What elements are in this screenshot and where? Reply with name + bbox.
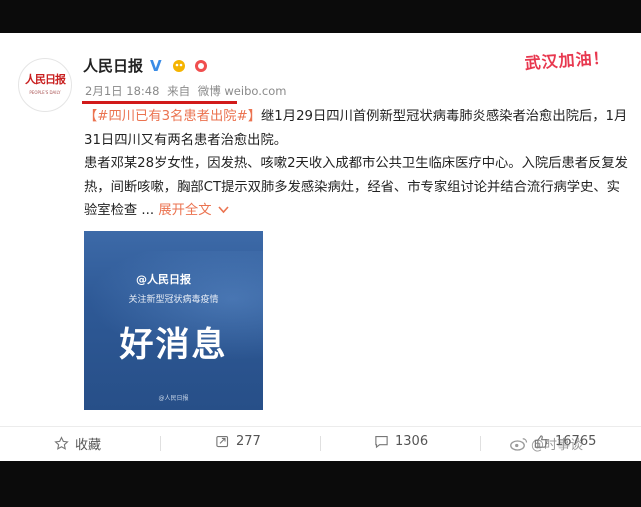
- repost-button[interactable]: 277: [215, 434, 261, 449]
- post-timestamp[interactable]: 2月1日 18:48: [85, 84, 159, 98]
- post-meta: 2月1日 18:48 来自 微博 weibo.com: [85, 83, 290, 99]
- chevron-down-icon: [218, 206, 229, 214]
- repost-icon: [216, 435, 229, 448]
- action-separator: [480, 436, 481, 451]
- action-separator: [320, 436, 321, 451]
- image-logo: @人民日报: [136, 273, 191, 286]
- weibo-post-card: 人民日报 PEOPLE'S DAILY 人民日报 V 2月1日 18:48 来自…: [0, 33, 641, 461]
- favorite-label: 收藏: [75, 438, 102, 453]
- highlight-underline: [82, 101, 237, 104]
- avatar-logo-text: 人民日报: [25, 73, 66, 86]
- image-subtitle: 关注新型冠状病毒疫情: [128, 295, 219, 305]
- expand-full-text-link[interactable]: 展开全文: [158, 203, 229, 218]
- member-badge-icon: [171, 58, 187, 72]
- wuhan-jiayou-sticker: 武汉加油！: [524, 48, 611, 73]
- action-divider: [0, 426, 641, 427]
- weibo-logo-icon: [510, 437, 528, 451]
- author-name[interactable]: 人民日报: [83, 55, 143, 76]
- medal-badge-icon: [193, 58, 209, 72]
- avatar[interactable]: 人民日报 PEOPLE'S DAILY: [18, 58, 72, 112]
- comment-count: 1306: [395, 434, 429, 449]
- post-image[interactable]: @人民日报 关注新型冠状病毒疫情 好消息 @人民日报: [84, 231, 263, 410]
- image-footer: @人民日报: [158, 395, 189, 402]
- post-source[interactable]: 微博 weibo.com: [198, 84, 287, 98]
- post-source-prefix: 来自: [167, 84, 191, 98]
- image-title: 好消息: [119, 325, 228, 365]
- author-row: 人民日报 V: [83, 54, 209, 76]
- comment-icon: [375, 435, 388, 449]
- star-icon: [54, 436, 69, 450]
- svg-text:V: V: [150, 57, 162, 73]
- favorite-button[interactable]: 收藏: [54, 434, 101, 453]
- repost-count: 277: [236, 434, 261, 449]
- hashtag-link[interactable]: 【#四川已有3名患者出院#】: [84, 109, 261, 124]
- watermark: @时事谈: [510, 434, 583, 453]
- watermark-text: @时事谈: [531, 438, 584, 453]
- post-body: 【#四川已有3名患者出院#】继1月29日四川首例新型冠状病毒肺炎感染者治愈出院后…: [84, 105, 629, 223]
- avatar-logo-subtext: PEOPLE'S DAILY: [29, 90, 61, 95]
- action-separator: [160, 436, 161, 451]
- comment-button[interactable]: 1306: [374, 434, 428, 449]
- verified-badge-icon: V: [149, 57, 165, 75]
